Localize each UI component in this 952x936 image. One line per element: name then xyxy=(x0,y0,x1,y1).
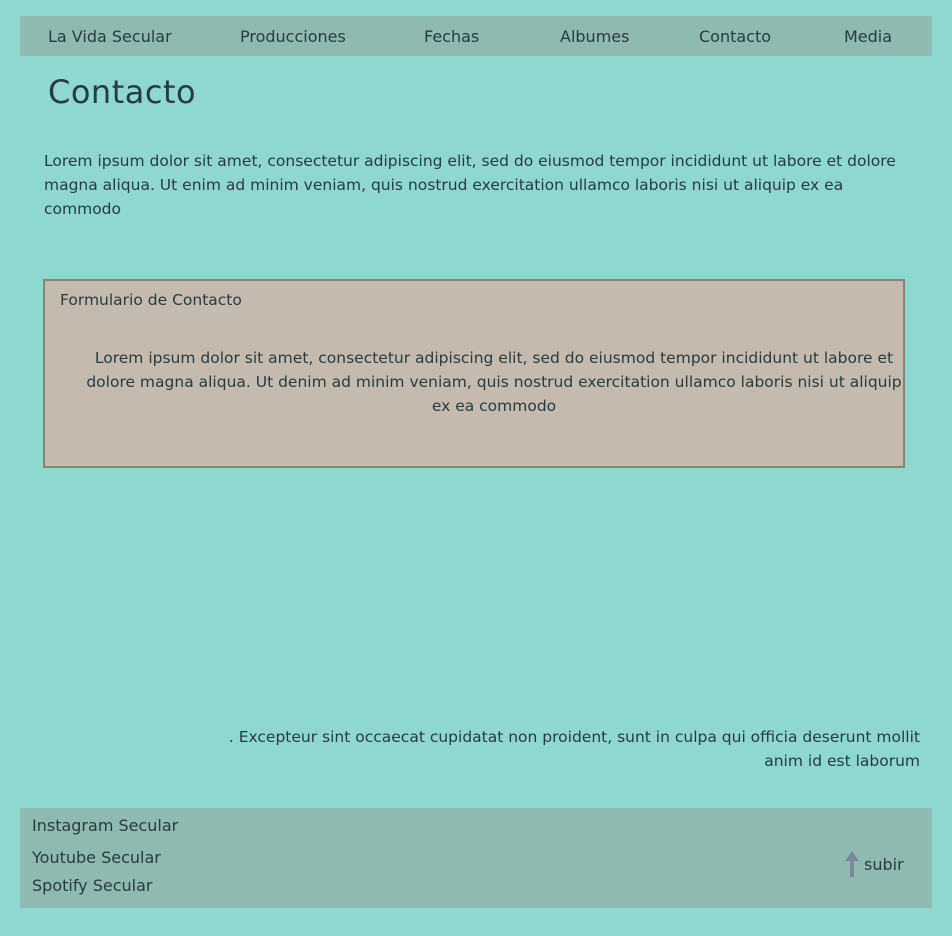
footer-link-instagram[interactable]: Instagram Secular xyxy=(32,816,178,835)
nav-item-media[interactable]: Media xyxy=(844,16,892,56)
contact-form: Formulario de Contacto Lorem ipsum dolor… xyxy=(43,279,905,468)
back-to-top-label: subir xyxy=(864,854,904,874)
top-navigation: La Vida Secular Producciones Fechas Albu… xyxy=(20,16,932,56)
contact-form-text: Lorem ipsum dolor sit amet, consectetur … xyxy=(86,349,902,415)
nav-item-la-vida-secular[interactable]: La Vida Secular xyxy=(48,16,172,56)
nav-item-albumes[interactable]: Albumes xyxy=(560,16,629,56)
contact-form-title: Formulario de Contacto xyxy=(60,291,242,309)
intro-paragraph: Lorem ipsum dolor sit amet, consectetur … xyxy=(44,152,896,218)
footer: Instagram Secular Youtube Secular Spotif… xyxy=(20,808,932,908)
nav-item-fechas[interactable]: Fechas xyxy=(424,16,479,56)
footer-link-youtube[interactable]: Youtube Secular xyxy=(32,848,161,867)
excerpt-paragraph: . Excepteur sint occaecat cupidatat non … xyxy=(228,728,920,770)
back-to-top-button[interactable]: subir xyxy=(844,850,904,878)
footer-link-spotify[interactable]: Spotify Secular xyxy=(32,876,153,895)
arrow-up-icon xyxy=(845,851,859,877)
page-title: Contacto xyxy=(48,73,197,111)
nav-item-producciones[interactable]: Producciones xyxy=(240,16,346,56)
nav-item-contacto[interactable]: Contacto xyxy=(699,16,771,56)
